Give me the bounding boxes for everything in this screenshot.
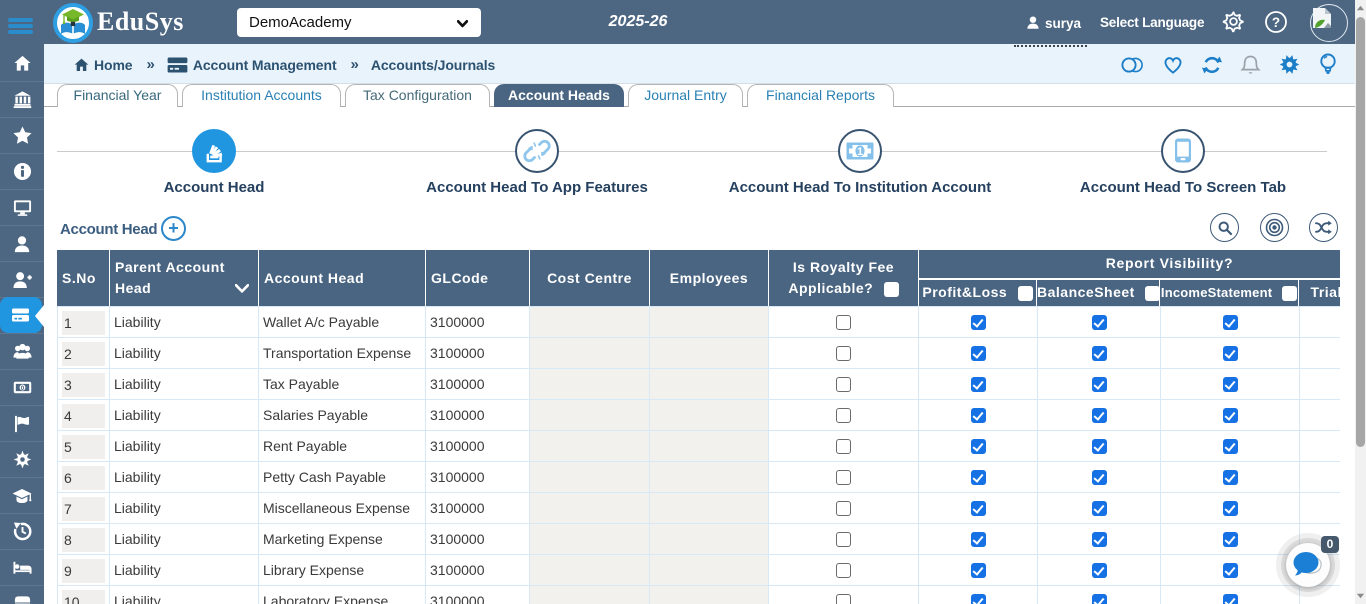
svg-text:0: 0 bbox=[20, 385, 24, 392]
svg-text:1: 1 bbox=[857, 146, 863, 158]
svg-text:?: ? bbox=[1272, 15, 1280, 30]
